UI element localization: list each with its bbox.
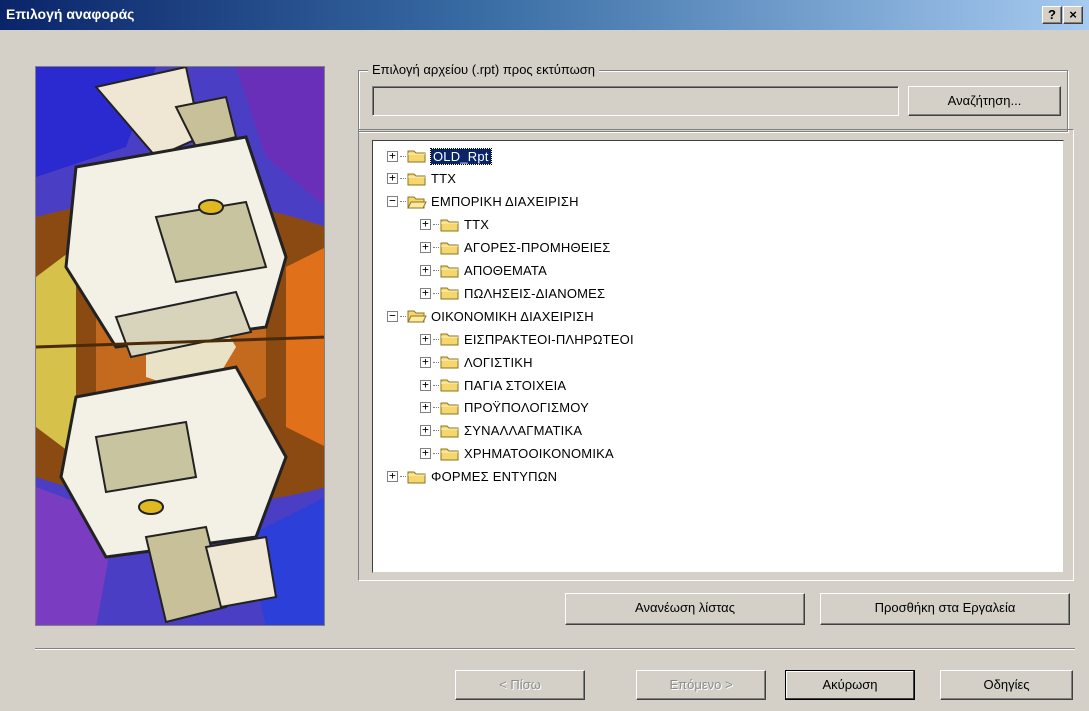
- tree-node-label[interactable]: ΑΓΟΡΕΣ-ΠΡΟΜΗΘΕΙΕΣ: [464, 240, 611, 255]
- tree-node[interactable]: − ΟΙΚΟΝΟΜΙΚΗ ΔΙΑΧΕΙΡΙΣΗ: [387, 305, 594, 327]
- collapse-icon[interactable]: −: [387, 310, 398, 322]
- folder-icon: [440, 402, 459, 415]
- tree-connector: [400, 155, 406, 157]
- tree-node[interactable]: + ΕΙΣΠΡΑΚΤΕΟΙ-ΠΛΗΡΩΤΕΟΙ: [420, 328, 634, 350]
- refresh-list-button[interactable]: Ανανέωση λίστας: [565, 593, 805, 625]
- folder-icon: [440, 242, 459, 255]
- tree-node-label[interactable]: ΛΟΓΙΣΤΙΚΗ: [464, 355, 533, 370]
- tree-node[interactable]: + ΑΓΟΡΕΣ-ΠΡΟΜΗΘΕΙΕΣ: [420, 237, 611, 259]
- tree-node[interactable]: + ΠΩΛΗΣΕΙΣ-ΔΙΑΝΟΜΕΣ: [420, 282, 605, 304]
- tree-connector: [433, 270, 439, 271]
- expand-icon[interactable]: +: [420, 379, 431, 391]
- next-button[interactable]: Επόμενο >: [636, 670, 766, 700]
- folder-icon: [407, 150, 426, 163]
- back-button[interactable]: < Πίσω: [455, 670, 585, 700]
- browse-button[interactable]: Αναζήτηση...: [908, 86, 1061, 116]
- folder-icon: [440, 287, 459, 300]
- tree-node[interactable]: + ΛΟΓΙΣΤΙΚΗ: [420, 351, 533, 373]
- tree-node[interactable]: + ΑΠΟΘΕΜΑΤΑ: [420, 260, 547, 282]
- tree-connector: [400, 178, 406, 180]
- tree-node-label[interactable]: TTX: [431, 171, 456, 186]
- tree-node-label[interactable]: ΟΙΚΟΝΟΜΙΚΗ ΔΙΑΧΕΙΡΙΣΗ: [431, 309, 594, 324]
- tree-node-label[interactable]: ΦΟΡΜΕΣ ΕΝΤΥΠΩΝ: [431, 469, 557, 484]
- tree-node[interactable]: + TTX: [387, 168, 456, 190]
- tree-connector: [433, 407, 439, 409]
- tree-node-label[interactable]: ΕΙΣΠΡΑΚΤΕΟΙ-ΠΛΗΡΩΤΕΟΙ: [464, 332, 634, 347]
- close-icon[interactable]: ×: [1063, 6, 1083, 24]
- wizard-banner-image: [35, 66, 325, 626]
- tree-node-label[interactable]: ΣΥΝΑΛΛΑΓΜΑΤΙΚΑ: [464, 423, 582, 438]
- help-button[interactable]: Οδηγίες: [940, 670, 1073, 700]
- tree-node[interactable]: + ΠΑΓΙΑ ΣΤΟΙΧΕΙΑ: [420, 374, 566, 396]
- folder-icon: [440, 448, 459, 461]
- tree-connector: [433, 224, 439, 226]
- footer-separator: [35, 648, 1075, 650]
- tree-connector: [400, 476, 406, 478]
- expand-icon[interactable]: +: [387, 470, 398, 483]
- folder-open-icon: [407, 196, 427, 209]
- tree-connector: [400, 315, 406, 317]
- tree-connector: [433, 453, 439, 455]
- report-selection-dialog: Επιλογή αναφοράς ? × Επιλογή αρχείου (.r…: [0, 0, 1089, 711]
- expand-icon[interactable]: +: [420, 287, 431, 299]
- tree-node-label[interactable]: ΠΑΓΙΑ ΣΤΟΙΧΕΙΑ: [464, 378, 566, 393]
- expand-icon[interactable]: +: [420, 264, 431, 276]
- folder-icon: [440, 356, 459, 369]
- tree-node-label[interactable]: ΧΡΗΜΑΤΟΟΙΚΟΝΟΜΙΚΑ: [464, 446, 614, 461]
- folder-icon: [407, 471, 426, 484]
- report-path-field[interactable]: [372, 86, 899, 116]
- title-bar[interactable]: Επιλογή αναφοράς ? ×: [0, 0, 1089, 30]
- expand-icon[interactable]: +: [420, 241, 431, 254]
- add-to-tools-button[interactable]: Προσθήκη στα Εργαλεία: [820, 593, 1070, 625]
- tree-node[interactable]: + ΧΡΗΜΑΤΟΟΙΚΟΝΟΜΙΚΑ: [420, 443, 614, 465]
- tree-node[interactable]: + ΣΥΝΑΛΛΑΓΜΑΤΙΚΑ: [420, 420, 582, 442]
- expand-icon[interactable]: +: [420, 218, 431, 231]
- tree-connector: [433, 247, 439, 249]
- collapse-icon[interactable]: −: [387, 195, 398, 208]
- report-tree[interactable]: + OLD_Rpt + TTX − ΕΜΠΟΡΙΚΗ ΔΙΑΧΕΙΡΙΣΗ + TTX + ΑΓΟ…: [372, 140, 1064, 573]
- folder-icon: [407, 173, 426, 186]
- tree-connector: [433, 338, 439, 340]
- expand-icon[interactable]: +: [420, 424, 431, 437]
- expand-icon[interactable]: +: [420, 356, 431, 368]
- tree-node-label[interactable]: ΕΜΠΟΡΙΚΗ ΔΙΑΧΕΙΡΙΣΗ: [431, 194, 579, 209]
- printer-artwork: [36, 67, 324, 625]
- help-icon[interactable]: ?: [1042, 6, 1062, 24]
- tree-node[interactable]: − ΕΜΠΟΡΙΚΗ ΔΙΑΧΕΙΡΙΣΗ: [387, 191, 579, 213]
- tree-node[interactable]: + ΦΟΡΜΕΣ ΕΝΤΥΠΩΝ: [387, 466, 557, 488]
- tree-connector: [400, 201, 406, 203]
- expand-icon[interactable]: +: [387, 150, 398, 162]
- folder-icon: [440, 219, 459, 232]
- cancel-button[interactable]: Ακύρωση: [785, 670, 915, 700]
- tree-node-label[interactable]: ΑΠΟΘΕΜΑΤΑ: [464, 263, 547, 278]
- tree-connector: [433, 292, 439, 294]
- tree-node[interactable]: + TTX: [420, 214, 489, 236]
- tree-node[interactable]: + OLD_Rpt: [387, 145, 492, 167]
- tree-connector: [433, 384, 439, 386]
- window-title: Επιλογή αναφοράς: [6, 6, 135, 22]
- folder-icon: [440, 265, 459, 277]
- folder-icon: [440, 333, 459, 346]
- expand-icon[interactable]: +: [420, 447, 431, 460]
- tree-node-label[interactable]: TTX: [464, 217, 489, 232]
- expand-icon[interactable]: +: [420, 333, 431, 345]
- file-selection-legend: Επιλογή αρχείου (.rpt) προς εκτύπωση: [368, 62, 600, 77]
- folder-icon: [440, 425, 459, 438]
- folder-icon: [440, 379, 459, 392]
- tree-connector: [433, 361, 439, 363]
- tree-node-label[interactable]: OLD_Rpt: [430, 147, 492, 165]
- expand-icon[interactable]: +: [387, 172, 398, 185]
- expand-icon[interactable]: +: [420, 401, 431, 414]
- tree-node-label[interactable]: ΠΡΟΫΠΟΛΟΓΙΣΜΟΥ: [464, 400, 589, 415]
- tree-node-label[interactable]: ΠΩΛΗΣΕΙΣ-ΔΙΑΝΟΜΕΣ: [464, 286, 605, 301]
- folder-open-icon: [407, 310, 427, 323]
- tree-connector: [433, 430, 439, 432]
- tree-node[interactable]: + ΠΡΟΫΠΟΛΟΓΙΣΜΟΥ: [420, 397, 589, 419]
